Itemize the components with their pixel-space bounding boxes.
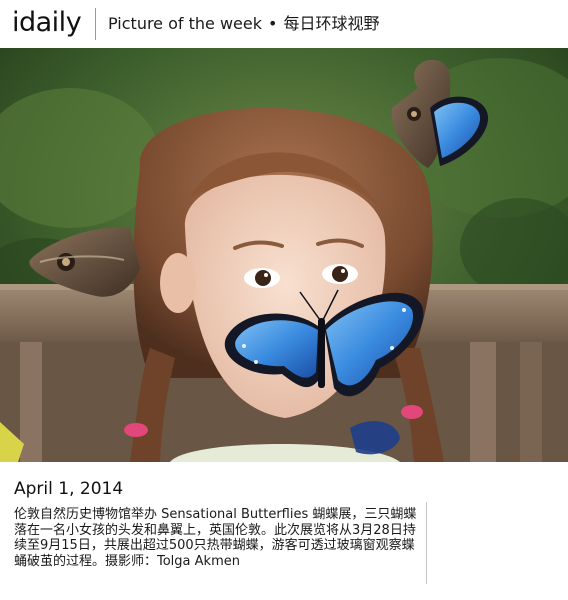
featured-photo[interactable] <box>0 48 568 462</box>
caption-divider <box>426 502 427 584</box>
caption-body: 伦敦自然历史博物馆举办 Sensational Butterflies 蝴蝶展，… <box>14 507 417 569</box>
header-separator: • <box>268 14 278 33</box>
idaily-logo[interactable]: idaily <box>12 6 82 40</box>
header-title-en: Picture of the week <box>108 14 262 33</box>
header-title: Picture of the week • 每日环球视野 <box>108 11 379 37</box>
header-title-cn: 每日环球视野 <box>283 14 380 33</box>
picture-of-the-week-page: idaily Picture of the week • 每日环球视野 Apri… <box>0 0 568 600</box>
caption: April 1, 2014 伦敦自然历史博物馆举办 Sensational Bu… <box>0 462 568 600</box>
header-divider <box>95 8 96 40</box>
header: idaily Picture of the week • 每日环球视野 <box>0 0 568 48</box>
caption-date: April 1, 2014 <box>14 479 124 499</box>
photo-illustration <box>0 48 568 462</box>
